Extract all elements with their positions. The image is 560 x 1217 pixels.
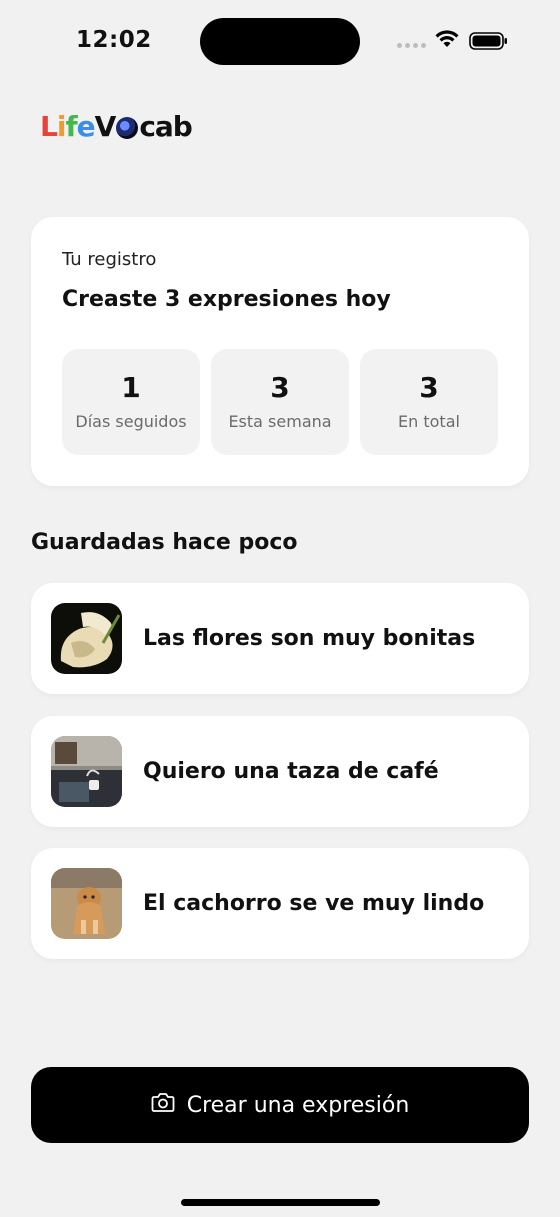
- recent-item-text: Quiero una taza de café: [143, 759, 439, 784]
- record-label: Tu registro: [62, 249, 157, 270]
- recent-item[interactable]: Las flores son muy bonitas: [31, 583, 529, 694]
- stat-streak: 1 Días seguidos: [62, 349, 200, 455]
- battery-icon: [469, 31, 509, 55]
- wifi-icon: [434, 29, 460, 53]
- coffee-photo: [51, 736, 122, 807]
- cellular-signal-icon: [397, 43, 426, 48]
- status-bar: 12:02: [0, 0, 560, 80]
- recent-item[interactable]: Quiero una taza de café: [31, 716, 529, 827]
- puppy-photo: [51, 868, 122, 939]
- app-logo: Li f e Vcab: [40, 109, 193, 143]
- recent-item-text: El cachorro se ve muy lindo: [143, 891, 485, 916]
- stat-label: Días seguidos: [75, 412, 187, 431]
- camera-lens-icon: [116, 117, 139, 139]
- stat-label: Esta semana: [228, 412, 332, 431]
- create-expression-label: Crear una expresión: [186, 1092, 410, 1118]
- camera-icon: [151, 1091, 175, 1119]
- stat-week: 3 Esta semana: [211, 349, 349, 455]
- create-expression-button[interactable]: Crear una expresión: [31, 1067, 529, 1143]
- stat-total: 3 En total: [360, 349, 498, 455]
- stat-label: En total: [398, 412, 460, 431]
- flower-photo: [51, 603, 122, 674]
- recent-section-title: Guardadas hace poco: [31, 530, 298, 555]
- stat-value: 3: [270, 371, 290, 404]
- recent-item-text: Las flores son muy bonitas: [143, 626, 476, 651]
- recent-item[interactable]: El cachorro se ve muy lindo: [31, 848, 529, 959]
- record-headline: Creaste 3 expresiones hoy: [62, 287, 391, 312]
- stat-value: 1: [121, 371, 141, 404]
- home-indicator[interactable]: [181, 1199, 380, 1206]
- stat-value: 3: [419, 371, 439, 404]
- dynamic-island: [200, 18, 360, 65]
- record-card: Tu registro Creaste 3 expresiones hoy 1 …: [31, 217, 529, 486]
- status-time: 12:02: [76, 27, 152, 53]
